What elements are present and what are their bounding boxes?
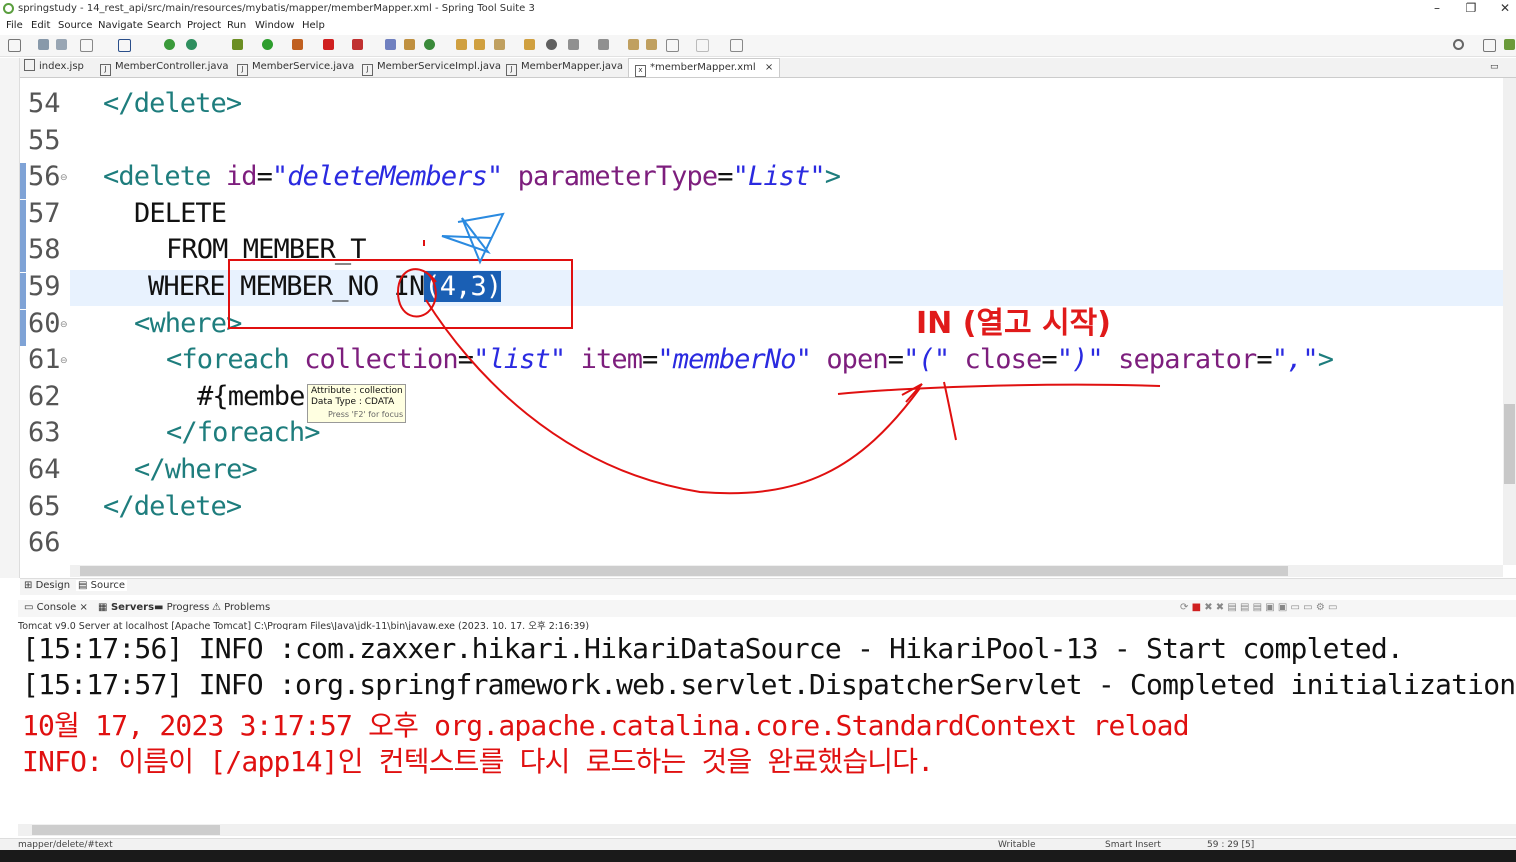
editor-mode-tabs: ⊞ Design ▤ Source — [20, 578, 1516, 595]
pointer-stroke — [943, 381, 957, 441]
progress-icon: ▬ — [154, 602, 167, 613]
open-console-icon[interactable]: ▭ — [1303, 602, 1316, 613]
console-line: INFO: 이름이 [/app14]인 컨텍스트를 다시 로드하는 것을 완료했… — [22, 745, 934, 778]
remove-all-icon[interactable]: ✖ — [1216, 602, 1228, 613]
display-console-icon[interactable]: ▭ — [1291, 602, 1304, 613]
scroll-lock-icon[interactable]: ▤ — [1240, 602, 1253, 613]
status-insert-mode: Smart Insert — [1105, 840, 1161, 850]
console-line: [15:17:56] INFO :com.zaxxer.hikari.Hikar… — [22, 632, 1404, 665]
status-cursor-position: 59 : 29 [5] — [1207, 840, 1255, 850]
underline-stroke — [837, 383, 1161, 395]
blue-star-scribble — [441, 212, 505, 265]
highlight-box — [228, 259, 573, 329]
annotation-label: IN (열고 시작) — [916, 306, 1111, 341]
problems-icon: ⚠ — [212, 602, 225, 613]
show-on-stdout-icon[interactable]: ▣ — [1265, 602, 1278, 613]
status-writable: Writable — [998, 840, 1036, 850]
circle-mark — [396, 268, 437, 318]
console-tab-bar: ▭ Console × ▦ Servers ▬ Progress ⚠ Probl… — [18, 600, 1516, 617]
source-icon: ▤ — [78, 580, 91, 591]
tab-progress[interactable]: ▬ Progress — [154, 602, 209, 613]
console-line: [15:17:57] INFO :org.springframework.web… — [22, 668, 1516, 701]
servers-icon: ▦ — [98, 602, 111, 613]
console-toolbar[interactable]: ⟳ ■ ✖ ✖ ▤ ▤ ▤ ▣ ▣ ▭ ▭ ⚙ ▭ — [1180, 602, 1337, 613]
console-close-icon[interactable]: × — [76, 602, 88, 613]
status-path: mapper/delete/#text — [18, 840, 113, 850]
console-icon: ▭ — [24, 602, 37, 613]
clear-console-icon[interactable]: ▤ — [1227, 602, 1240, 613]
remove-launch-icon[interactable]: ✖ — [1204, 602, 1216, 613]
console-line: 10월 17, 2023 3:17:57 오후 org.apache.catal… — [22, 709, 1190, 742]
tab-servers[interactable]: ▦ Servers — [98, 602, 154, 613]
taskbar-strip — [0, 850, 1516, 862]
console-output[interactable]: [15:17:56] INFO :com.zaxxer.hikari.Hikar… — [18, 630, 1516, 824]
show-on-stderr-icon[interactable]: ▣ — [1278, 602, 1291, 613]
tab-console[interactable]: ▭ Console × — [24, 602, 88, 613]
tab-source[interactable]: ▤ Source — [76, 580, 127, 591]
settings-gear-icon[interactable]: ⚙ — [1316, 602, 1328, 613]
pin-console-icon[interactable]: ⟳ — [1180, 602, 1192, 613]
view-menu-icon[interactable]: ▭ — [1328, 602, 1337, 613]
tab-problems[interactable]: ⚠ Problems — [212, 602, 270, 613]
terminate-icon[interactable]: ■ — [1192, 602, 1205, 613]
design-icon: ⊞ — [24, 580, 36, 591]
tab-design[interactable]: ⊞ Design — [24, 580, 70, 591]
word-wrap-icon[interactable]: ▤ — [1253, 602, 1266, 613]
console-horizontal-scroll-thumb[interactable] — [32, 825, 220, 835]
console-horizontal-scrollbar[interactable] — [18, 824, 1516, 836]
